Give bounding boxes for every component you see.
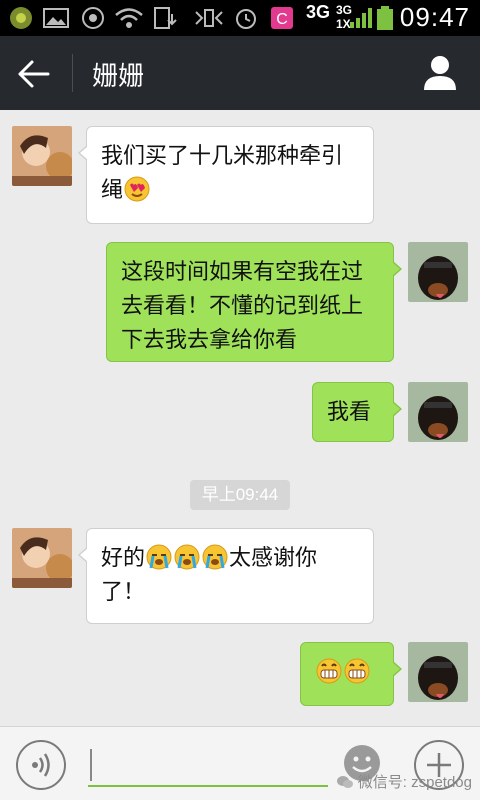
watermark-text: 微信号: zspetdog bbox=[357, 774, 472, 791]
wifi-icon bbox=[115, 8, 143, 28]
input-bar: 微信号: zspetdog bbox=[0, 726, 480, 800]
wechat-watermark-icon bbox=[336, 776, 353, 788]
phone-icon bbox=[82, 7, 104, 29]
message-input[interactable] bbox=[88, 743, 328, 787]
message-bubble-sent[interactable]: 这段时间如果有空我在过去看看！不懂的记到纸上下去我去拿给你看 bbox=[106, 242, 402, 362]
signal-icon bbox=[350, 8, 372, 28]
message-bubble-sent[interactable] bbox=[300, 642, 402, 706]
battery-icon bbox=[377, 6, 393, 30]
message-text: 我看 bbox=[327, 400, 372, 425]
title-divider bbox=[72, 54, 73, 92]
my-avatar-photo bbox=[408, 242, 468, 302]
watermark: 微信号: zspetdog bbox=[336, 771, 472, 792]
network-label-a: 3G bbox=[306, 2, 331, 22]
message-timestamp: 早上09:44 bbox=[190, 480, 290, 510]
crying-emoji-icon bbox=[174, 544, 200, 570]
gallery-icon bbox=[43, 8, 69, 28]
message-bubble-received[interactable]: 我们买了十几米那种牵引绳 bbox=[78, 126, 374, 224]
my-avatar[interactable] bbox=[408, 642, 468, 702]
my-avatar-photo bbox=[408, 642, 468, 702]
contact-avatar-photo bbox=[12, 528, 72, 588]
contact-avatar[interactable] bbox=[12, 126, 72, 186]
text-cursor bbox=[90, 749, 92, 781]
download-icon bbox=[154, 7, 177, 29]
my-avatar[interactable] bbox=[408, 382, 468, 442]
chat-header: 姗姗 bbox=[0, 36, 480, 110]
contact-avatar-photo bbox=[12, 126, 72, 186]
message-text: 好的 bbox=[101, 546, 146, 571]
message-bubble-sent[interactable]: 我看 bbox=[312, 382, 402, 442]
grinning-emoji-icon bbox=[344, 658, 370, 684]
person-icon[interactable] bbox=[422, 54, 458, 92]
message-bubble-received[interactable]: 好的 太感谢你了！ bbox=[78, 528, 374, 624]
message-list[interactable]: 我们买了十几米那种牵引绳 这段时间如果有空我在过去看看！不懂的记到纸上下去我去拿… bbox=[0, 110, 480, 726]
app-icon bbox=[10, 7, 32, 29]
heart-eyes-emoji-icon bbox=[124, 176, 150, 202]
crying-emoji-icon bbox=[202, 544, 228, 570]
voice-button[interactable] bbox=[16, 740, 66, 790]
back-arrow-icon[interactable] bbox=[14, 56, 54, 92]
contact-avatar[interactable] bbox=[12, 528, 72, 588]
page-title: 姗姗 bbox=[92, 62, 145, 92]
my-avatar[interactable] bbox=[408, 242, 468, 302]
status-bar: C 3G 3G 1X 09:47 bbox=[0, 0, 480, 36]
alarm-icon bbox=[236, 9, 256, 29]
svg-text:C: C bbox=[276, 11, 288, 28]
message-text: 这段时间如果有空我在过去看看！不懂的记到纸上下去我去拿给你看 bbox=[121, 260, 364, 353]
status-time: 09:47 bbox=[399, 2, 470, 32]
my-avatar-photo bbox=[408, 382, 468, 442]
c-app-icon: C bbox=[271, 7, 293, 29]
grinning-emoji-icon bbox=[316, 658, 342, 684]
crying-emoji-icon bbox=[146, 544, 172, 570]
voice-icon bbox=[32, 753, 50, 777]
vibrate-icon bbox=[195, 9, 223, 27]
